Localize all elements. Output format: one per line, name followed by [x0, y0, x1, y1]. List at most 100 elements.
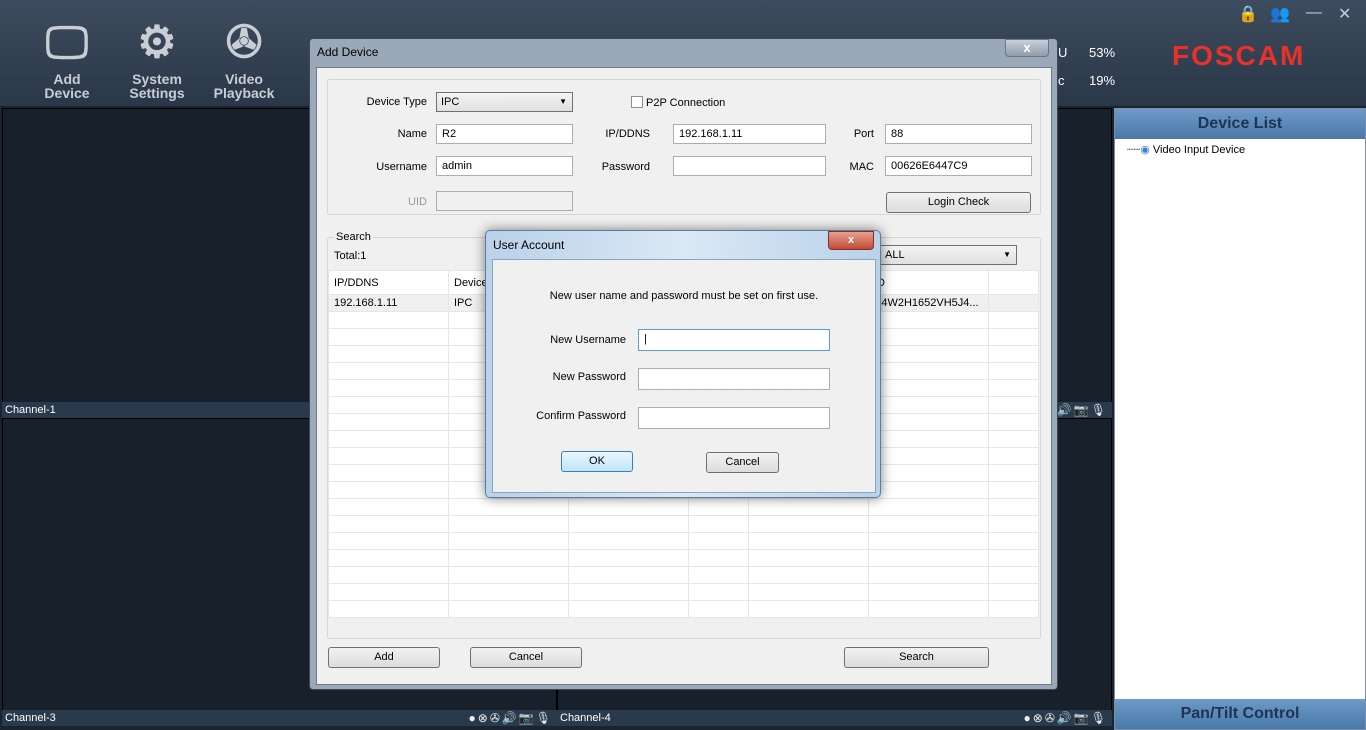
table-cell: [688, 549, 749, 567]
new-password-input[interactable]: [638, 368, 830, 390]
name-input[interactable]: R2: [436, 124, 573, 144]
table-cell: [868, 311, 989, 329]
channel-3-bar: Channel-3 ●⊗✇🔊📷🎙: [2, 710, 557, 726]
table-cell: [448, 583, 569, 601]
table-cell: [328, 328, 449, 346]
device-tree-item[interactable]: ┈┈◉ Video Input Device: [1115, 139, 1365, 156]
table-cell: [328, 583, 449, 601]
pan-tilt-title[interactable]: Pan/Tilt Control: [1115, 699, 1365, 729]
table-cell: [868, 362, 989, 380]
table-cell: [988, 600, 1039, 618]
table-cell: [328, 345, 449, 363]
table-cell: [988, 328, 1039, 346]
confirm-password-input[interactable]: [638, 407, 830, 429]
password-input[interactable]: [673, 156, 826, 176]
cancel-button[interactable]: Cancel: [470, 647, 582, 668]
ok-button[interactable]: OK: [561, 451, 633, 472]
table-cell: [328, 430, 449, 448]
gear-icon: ⚙: [137, 18, 177, 67]
table-cell: [988, 430, 1039, 448]
ip-input[interactable]: 192.168.1.11: [673, 124, 826, 144]
cancel-button[interactable]: Cancel: [706, 452, 779, 473]
login-check-button[interactable]: Login Check: [886, 192, 1031, 213]
table-cell: [988, 532, 1039, 550]
table-cell: [448, 498, 569, 516]
table-cell: [688, 566, 749, 584]
monitor-plus-icon: 🖵: [45, 18, 89, 67]
username-input[interactable]: admin: [436, 156, 573, 176]
add-button[interactable]: Add: [328, 647, 440, 668]
close-icon[interactable]: ✕: [1338, 4, 1351, 24]
table-cell: [988, 498, 1039, 516]
table-cell: [328, 413, 449, 431]
table-cell: [568, 583, 689, 601]
table-cell: [448, 600, 569, 618]
table-cell: [988, 566, 1039, 584]
table-cell: [748, 549, 869, 567]
table-cell: [868, 515, 989, 533]
channel-controls-icons[interactable]: ●⊗✇🔊📷🎙: [469, 710, 553, 726]
table-cell: [868, 464, 989, 482]
table-cell: [868, 396, 989, 414]
table-cell: [748, 532, 869, 550]
table-cell: [328, 566, 449, 584]
table-cell: [748, 566, 869, 584]
table-cell: [688, 583, 749, 601]
table-cell: [328, 498, 449, 516]
foscam-logo: FOSCAM: [1172, 40, 1306, 71]
channel-controls-icons[interactable]: 🔊📷🎙: [1057, 402, 1108, 418]
table-cell: [568, 566, 689, 584]
filter-select[interactable]: ALL: [880, 245, 1017, 265]
table-cell: [868, 532, 989, 550]
table-cell: [868, 600, 989, 618]
close-button[interactable]: x: [1005, 39, 1049, 57]
uid-input[interactable]: [436, 191, 573, 211]
add-device-button[interactable]: 🖵 Add Device: [27, 18, 107, 100]
device-type-select[interactable]: IPC: [436, 92, 573, 112]
new-username-input[interactable]: |: [638, 329, 830, 351]
table-cell: [868, 345, 989, 363]
table-cell: [988, 396, 1039, 414]
p2p-checkbox[interactable]: [631, 96, 643, 108]
channel-4-bar: Channel-4 ●⊗✇🔊📷🎙: [557, 710, 1112, 726]
table-cell: [328, 464, 449, 482]
table-cell: [868, 566, 989, 584]
column-header[interactable]: IP/DDNS: [328, 270, 449, 295]
minimize-icon[interactable]: —: [1306, 4, 1322, 22]
system-settings-button[interactable]: ⚙ System Settings: [117, 18, 197, 100]
table-cell: [868, 413, 989, 431]
table-cell: [868, 549, 989, 567]
table-cell: [688, 600, 749, 618]
table-cell: [988, 345, 1039, 363]
mac-input[interactable]: 00626E6447C9: [885, 156, 1032, 176]
table-cell: [328, 311, 449, 329]
table-cell: [868, 328, 989, 346]
table-cell: [988, 583, 1039, 601]
table-cell: [328, 396, 449, 414]
table-cell: [868, 498, 989, 516]
table-cell: [988, 379, 1039, 397]
table-cell: [448, 532, 569, 550]
search-button[interactable]: Search: [844, 647, 989, 668]
table-cell: [868, 583, 989, 601]
table-cell: [688, 498, 749, 516]
table-cell: [328, 549, 449, 567]
network-usage: 19%: [1089, 73, 1116, 88]
table-cell: [568, 498, 689, 516]
users-icon[interactable]: 👥: [1270, 4, 1290, 24]
table-cell: [328, 515, 449, 533]
table-cell: [328, 447, 449, 465]
table-cell: [868, 379, 989, 397]
device-list-panel: Device List ┈┈◉ Video Input Device Pan/T…: [1114, 108, 1366, 730]
table-cell: [748, 583, 869, 601]
column-header[interactable]: [988, 270, 1039, 295]
table-cell: [328, 481, 449, 499]
lock-icon[interactable]: 🔒: [1238, 4, 1258, 24]
video-playback-button[interactable]: ✇ Video Playback: [204, 18, 284, 100]
column-header[interactable]: ID: [868, 270, 989, 295]
device-list-title: Device List: [1115, 109, 1365, 139]
port-input[interactable]: 88: [885, 124, 1032, 144]
table-row: [328, 566, 1039, 584]
channel-controls-icons[interactable]: ●⊗✇🔊📷🎙: [1024, 710, 1108, 726]
close-button[interactable]: x: [828, 231, 874, 250]
